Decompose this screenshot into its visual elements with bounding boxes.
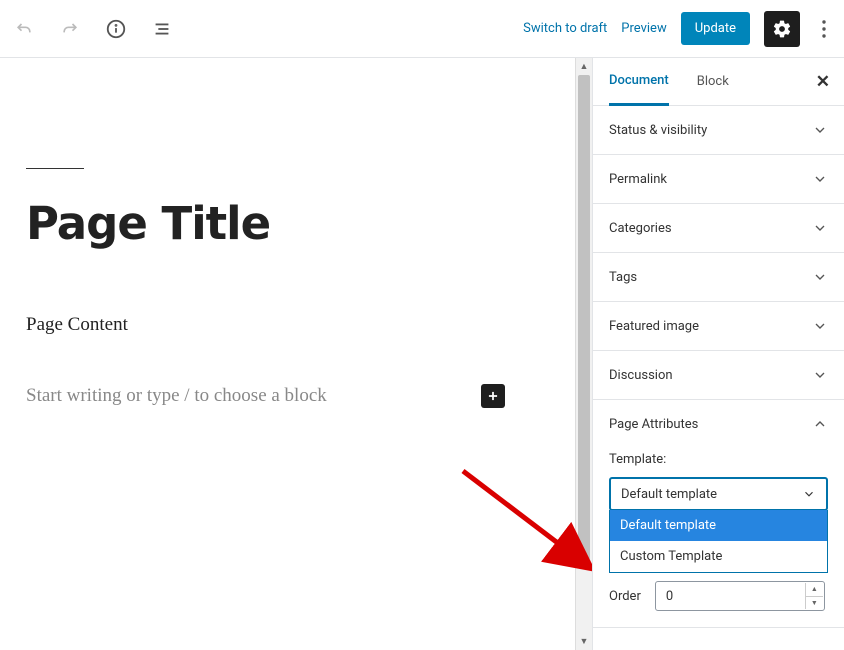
template-option-custom[interactable]: Custom Template	[610, 541, 827, 572]
scrollbar-thumb[interactable]	[578, 75, 590, 560]
close-sidebar-icon[interactable]: ✕	[816, 72, 830, 92]
page-content-block[interactable]: Page Content	[26, 314, 545, 336]
template-select[interactable]: Default template	[609, 477, 828, 511]
settings-sidebar: Document Block ✕ Status & visibility Per…	[592, 58, 844, 650]
scrollbar-down-icon[interactable]: ▼	[576, 633, 592, 650]
panel-categories[interactable]: Categories	[593, 204, 844, 253]
settings-button[interactable]	[764, 11, 800, 47]
order-input[interactable]: 0 ▲ ▼	[655, 581, 825, 611]
toolbar-right-group: Switch to draft Preview Update	[523, 11, 834, 47]
title-divider	[26, 168, 84, 169]
stepper-up-icon[interactable]: ▲	[806, 583, 823, 597]
chevron-down-icon	[812, 122, 828, 138]
panel-status-visibility[interactable]: Status & visibility	[593, 106, 844, 155]
chevron-down-icon	[802, 487, 816, 501]
outline-icon[interactable]	[148, 15, 176, 43]
update-button[interactable]: Update	[681, 12, 750, 45]
tab-block[interactable]: Block	[697, 58, 729, 106]
order-label: Order	[609, 589, 641, 604]
chevron-down-icon	[812, 171, 828, 187]
panel-page-attributes-toggle[interactable]: Page Attributes	[609, 416, 828, 432]
panel-permalink[interactable]: Permalink	[593, 155, 844, 204]
chevron-down-icon	[812, 269, 828, 285]
chevron-down-icon	[812, 318, 828, 334]
stepper-down-icon[interactable]: ▼	[806, 597, 823, 610]
redo-icon[interactable]	[56, 15, 84, 43]
add-block-button[interactable]	[481, 384, 505, 408]
template-label: Template:	[609, 452, 828, 467]
order-stepper: ▲ ▼	[805, 583, 823, 609]
undo-icon[interactable]	[10, 15, 38, 43]
top-toolbar: Switch to draft Preview Update	[0, 0, 844, 58]
editor-scrollbar[interactable]: ▲ ▼	[575, 58, 592, 650]
chevron-up-icon	[812, 416, 828, 432]
panel-discussion[interactable]: Discussion	[593, 351, 844, 400]
panel-featured-image[interactable]: Featured image	[593, 302, 844, 351]
tab-document[interactable]: Document	[609, 58, 669, 106]
chevron-down-icon	[812, 367, 828, 383]
preview-button[interactable]: Preview	[621, 21, 666, 36]
editor-area: Page Title Page Content Start writing or…	[0, 58, 592, 650]
order-value: 0	[666, 589, 673, 604]
switch-to-draft-button[interactable]: Switch to draft	[523, 21, 607, 36]
info-icon[interactable]	[102, 15, 130, 43]
template-dropdown: Default template Custom Template	[609, 510, 828, 573]
page-title[interactable]: Page Title	[26, 197, 545, 250]
new-block-placeholder[interactable]: Start writing or type / to choose a bloc…	[26, 385, 327, 407]
panel-page-attributes: Page Attributes Template: Default templa…	[593, 400, 844, 628]
panel-tags[interactable]: Tags	[593, 253, 844, 302]
more-options-icon[interactable]	[814, 20, 834, 38]
toolbar-left-group	[10, 15, 176, 43]
template-option-default[interactable]: Default template	[610, 510, 827, 541]
chevron-down-icon	[812, 220, 828, 236]
sidebar-tabs: Document Block ✕	[593, 58, 844, 106]
template-selected-value: Default template	[621, 487, 717, 502]
scrollbar-up-icon[interactable]: ▲	[576, 58, 592, 75]
